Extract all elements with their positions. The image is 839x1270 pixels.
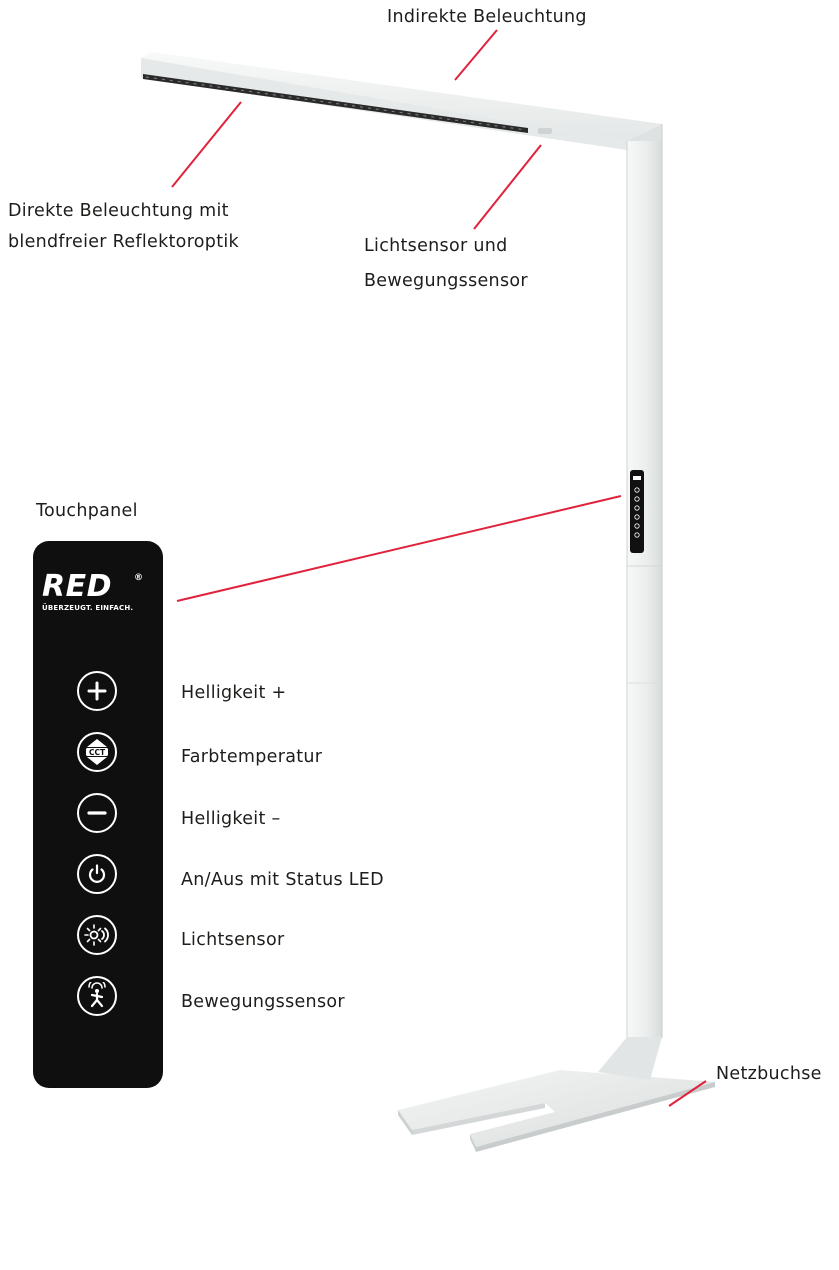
lamp-pole — [626, 124, 663, 1038]
label-touchpanel: Touchpanel — [36, 501, 138, 521]
leader-direct — [171, 101, 242, 188]
brightness-down-button[interactable] — [77, 793, 117, 833]
motion-sensor-icon — [88, 982, 106, 1008]
button-label-brightness-down: Helligkeit – — [181, 809, 281, 829]
sensor-window — [538, 128, 552, 134]
color-temperature-button[interactable]: CCT — [77, 732, 117, 772]
label-power-socket: Netzbuchse — [716, 1064, 822, 1084]
label-direct-lighting-line1: Direkte Beleuchtung mit — [8, 201, 229, 221]
lamp-head — [141, 52, 662, 150]
brightness-up-button[interactable] — [77, 671, 117, 711]
button-label-light-sensor: Lichtsensor — [181, 930, 285, 950]
leader-sensor — [473, 144, 542, 230]
brand-name: RED — [42, 569, 112, 604]
touchpanel-enlarged: RED ® ÜBERZEUGT. EINFACH. CCT — [33, 541, 163, 1088]
label-direct-lighting-line2: blendfreier Reflektoroptik — [8, 232, 239, 252]
button-label-motion-sensor: Bewegungssensor — [181, 992, 345, 1012]
power-button[interactable] — [77, 854, 117, 894]
motion-sensor-button[interactable] — [77, 976, 117, 1016]
lamp-base — [398, 1037, 715, 1152]
leader-touchpanel — [176, 495, 622, 602]
registered-mark: ® — [134, 573, 143, 583]
minus-icon — [87, 811, 107, 815]
cct-icon: CCT — [86, 739, 108, 765]
brand-tagline: ÜBERZEUGT. EINFACH. — [42, 604, 134, 612]
label-sensor-line2: Bewegungssensor — [364, 271, 528, 291]
cct-text: CCT — [89, 748, 106, 757]
light-sensor-icon — [84, 924, 109, 946]
button-label-power: An/Aus mit Status LED — [181, 870, 384, 890]
button-label-brightness-up: Helligkeit + — [181, 683, 287, 703]
button-label-color-temperature: Farbtemperatur — [181, 747, 323, 767]
label-indirect-lighting: Indirekte Beleuchtung — [387, 7, 587, 27]
plus-icon — [87, 681, 107, 701]
label-sensor-line1: Lichtsensor und — [364, 236, 508, 256]
brand-logo: RED ® ÜBERZEUGT. EINFACH. — [42, 569, 143, 613]
leader-indirect — [454, 29, 498, 81]
light-sensor-button[interactable] — [77, 915, 117, 955]
power-icon — [88, 864, 106, 883]
pole-touchpanel — [630, 470, 644, 553]
